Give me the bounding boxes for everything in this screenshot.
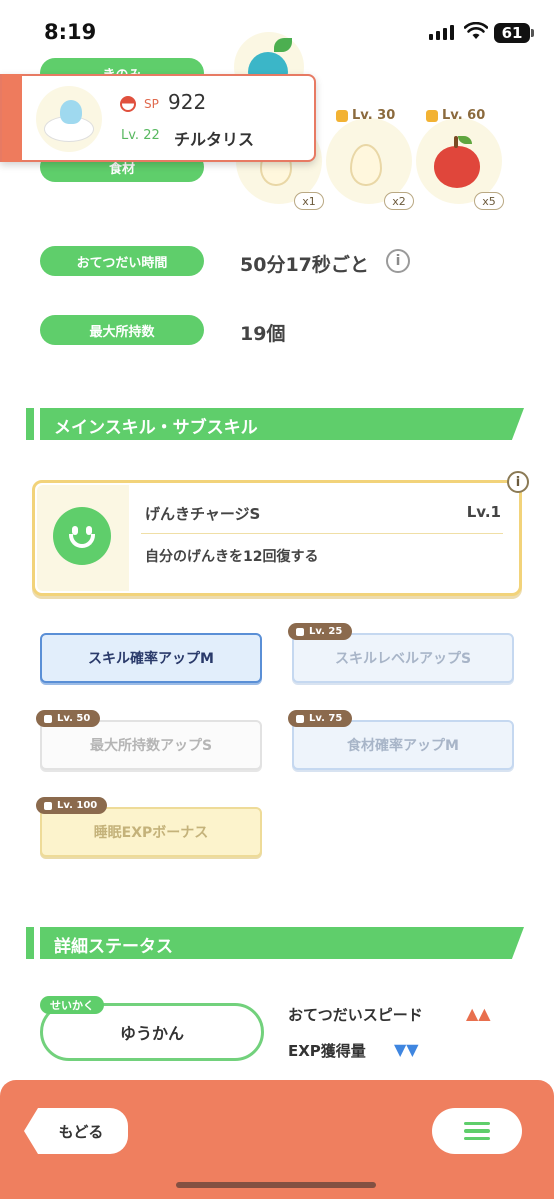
lock-badge: Lv. 100 xyxy=(36,797,108,814)
main-skill-card[interactable]: げんきチャージS Lv.1 自分のげんきを12回復する i xyxy=(32,471,529,596)
sub-skill-3[interactable]: 最大所持数アップS xyxy=(40,720,262,770)
ingredient-qty: x1 xyxy=(294,192,324,210)
section-header-details: 詳細ステータス xyxy=(26,927,524,959)
hamburger-icon xyxy=(464,1121,490,1126)
wifi-icon xyxy=(464,22,488,39)
pokeball-icon xyxy=(120,96,136,112)
lock-badge: Lv. 75 xyxy=(288,710,353,727)
lock-badge: Lv. 30 xyxy=(336,108,395,123)
max-carry-value: 19個 xyxy=(240,323,286,345)
up-arrows-icon: ▲▲ xyxy=(466,1004,491,1023)
main-skill-description: 自分のげんきを12回復する xyxy=(145,549,319,565)
back-button[interactable]: もどる xyxy=(24,1108,128,1154)
menu-button[interactable] xyxy=(432,1108,522,1154)
lock-badge: Lv. 60 xyxy=(426,108,485,123)
sub-skill-2[interactable]: スキルレベルアップS xyxy=(292,633,514,683)
pokemon-avatar xyxy=(36,86,102,152)
sub-skill-1[interactable]: スキル確率アップM xyxy=(40,633,262,683)
stat-label: おてつだいスピード xyxy=(288,1006,423,1024)
sp-label: SP xyxy=(144,97,159,111)
section-header-skills: メインスキル・サブスキル xyxy=(26,408,524,440)
home-indicator xyxy=(176,1182,376,1188)
info-icon[interactable]: i xyxy=(507,471,529,493)
bottom-bar: もどる xyxy=(0,1080,554,1199)
lock-icon xyxy=(44,801,52,810)
lock-badge: Lv. 50 xyxy=(36,710,101,727)
stat-label: EXP獲得量 xyxy=(288,1042,366,1060)
section-title: 詳細ステータス xyxy=(54,937,173,957)
lock-icon xyxy=(426,109,438,122)
info-icon[interactable]: i xyxy=(386,249,410,273)
ingredient-qty: x2 xyxy=(384,192,414,210)
pokemon-popup-card[interactable]: SP 922 Lv. 22 チルタリス xyxy=(0,74,316,162)
lock-icon xyxy=(296,627,304,636)
lock-icon xyxy=(296,714,304,723)
sp-value: 922 xyxy=(168,90,207,114)
help-time-value: 50分17秒ごと xyxy=(240,254,369,276)
apple-icon xyxy=(434,136,480,188)
main-skill-level: Lv.1 xyxy=(466,503,501,521)
lock-icon xyxy=(44,714,52,723)
section-title: メインスキル・サブスキル xyxy=(54,418,258,438)
status-time: 8:19 xyxy=(44,20,97,44)
ingredient-slot-3[interactable]: Lv. 60 x5 xyxy=(416,108,506,210)
lock-icon xyxy=(336,109,348,122)
smile-icon xyxy=(53,507,111,565)
divider xyxy=(141,533,503,534)
battery-icon: 61 xyxy=(494,23,534,43)
pokemon-level: Lv. 22 xyxy=(121,128,160,143)
help-time-label: おてつだい時間 xyxy=(40,246,204,276)
sub-skill-4[interactable]: 食材確率アップM xyxy=(292,720,514,770)
max-carry-label: 最大所持数 xyxy=(40,315,204,345)
ingredient-qty: x5 xyxy=(474,192,504,210)
down-arrows-icon: ▼▼ xyxy=(394,1040,419,1059)
main-skill-name: げんきチャージS xyxy=(145,505,261,523)
nature-tag: せいかく xyxy=(40,996,104,1014)
pokemon-name: チルタリス xyxy=(174,130,255,149)
ingredient-slot-2[interactable]: Lv. 30 x2 xyxy=(326,108,416,210)
egg-icon xyxy=(350,144,382,186)
popup-accent-bar xyxy=(2,74,22,162)
lock-badge: Lv. 25 xyxy=(288,623,353,640)
cellular-signal-icon xyxy=(429,25,454,40)
sub-skill-5[interactable]: 睡眠EXPボーナス xyxy=(40,807,262,857)
